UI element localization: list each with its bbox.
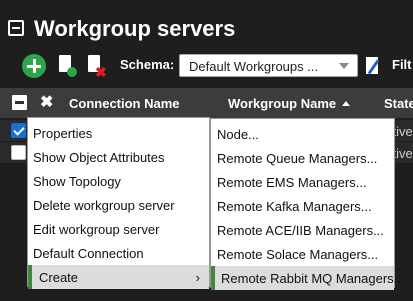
add-icon[interactable] <box>22 54 46 78</box>
submenu-item-remote-ems-managers[interactable]: Remote EMS Managers... <box>211 170 394 194</box>
create-submenu: Node... Remote Queue Managers... Remote … <box>210 118 405 290</box>
submenu-item-remote-queue-managers[interactable]: Remote Queue Managers... <box>211 146 394 170</box>
delete-icon[interactable]: ✖ <box>86 53 108 79</box>
submenu-item-node[interactable]: Node... <box>211 122 394 146</box>
menu-item-show-topology[interactable]: Show Topology <box>28 169 209 193</box>
submenu-item-remote-kafka-managers[interactable]: Remote Kafka Managers... <box>211 194 394 218</box>
collapse-panel-icon[interactable] <box>8 20 24 36</box>
schema-select[interactable]: Default Workgroups ... <box>179 54 358 77</box>
sort-ascending-icon <box>342 101 351 106</box>
filter-label[interactable]: Filt <box>392 57 412 72</box>
panel-header: Workgroup servers <box>0 0 413 48</box>
select-all-checkbox[interactable] <box>12 95 27 110</box>
menu-item-show-object-attributes[interactable]: Show Object Attributes <box>28 145 209 169</box>
submenu-item-remote-rabbit-mq-managers[interactable]: Remote Rabbit MQ Managers... <box>211 266 405 290</box>
toolbar: ✖ Schema: Default Workgroups ... Filt <box>0 48 413 88</box>
menu-item-properties[interactable]: Properties <box>28 121 209 145</box>
menu-item-edit-workgroup-server[interactable]: Edit workgroup server <box>28 217 209 241</box>
import-icon[interactable] <box>57 53 77 79</box>
column-header-connection-name[interactable]: Connection Name <box>69 96 180 111</box>
submenu-item-remote-solace-managers[interactable]: Remote Solace Managers... <box>211 242 394 266</box>
column-header-workgroup-name[interactable]: Workgroup Name <box>228 96 351 111</box>
row-checkbox[interactable] <box>11 145 26 160</box>
edit-filter-icon[interactable] <box>366 55 384 77</box>
menu-item-create[interactable]: Create › <box>28 265 209 289</box>
chevron-right-icon: › <box>195 270 200 285</box>
clear-selection-icon[interactable]: ✖ <box>40 92 53 112</box>
table-header: ✖ Connection Name Workgroup Name State <box>0 88 413 118</box>
panel-title: Workgroup servers <box>34 16 236 41</box>
chevron-down-icon <box>339 63 349 69</box>
context-menu: Properties Show Object Attributes Show T… <box>27 117 210 289</box>
schema-select-value: Default Workgroups ... <box>189 59 319 74</box>
column-header-state[interactable]: State <box>384 96 413 111</box>
schema-label: Schema: <box>120 57 175 72</box>
menu-item-delete-workgroup-server[interactable]: Delete workgroup server <box>28 193 209 217</box>
submenu-item-remote-ace-iib-managers[interactable]: Remote ACE/IIB Managers... <box>211 218 394 242</box>
menu-item-default-connection[interactable]: Default Connection <box>28 241 209 265</box>
row-checkbox[interactable] <box>11 123 26 138</box>
